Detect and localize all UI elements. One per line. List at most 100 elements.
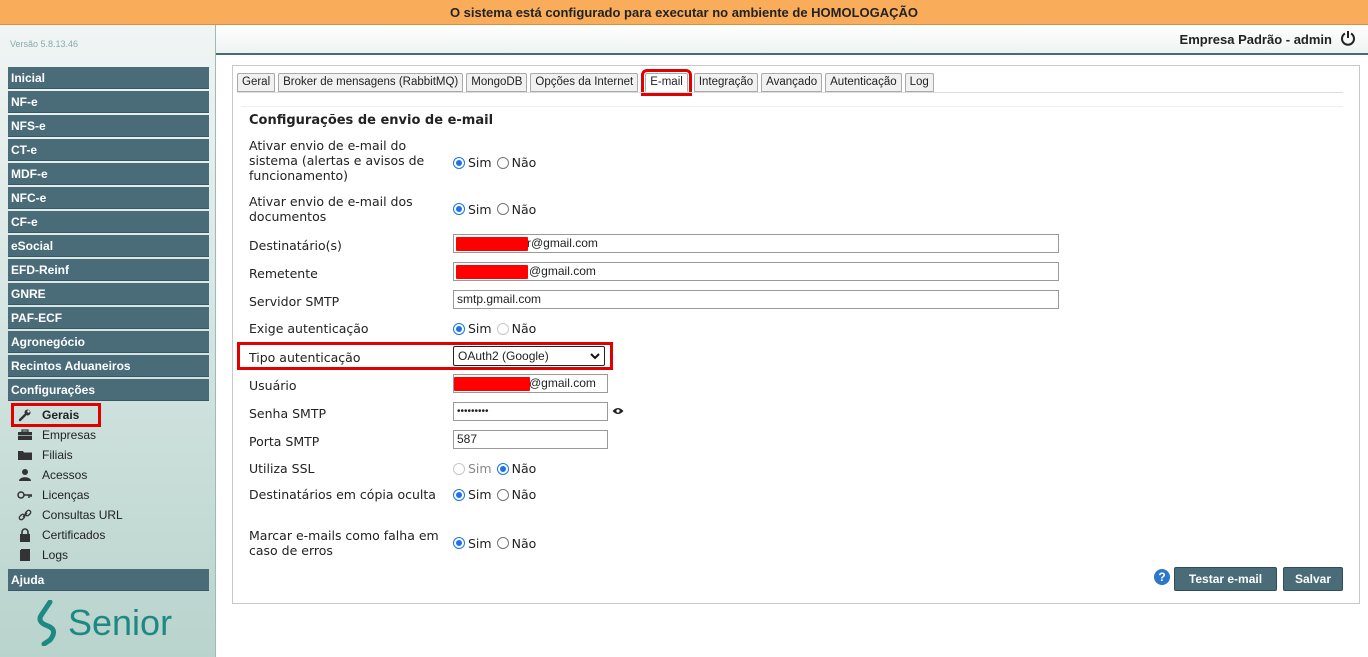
cc-yes-radio[interactable] [453,488,465,501]
enable-system-radio-group: Sim Não [453,155,541,170]
cc-label: Destinatários em cópia oculta [249,487,436,502]
senior-s-icon [37,600,56,646]
password-input[interactable]: ••••••••• [453,402,608,421]
submenu-item-licencas[interactable]: Licenças [8,485,209,505]
row-recipients: Destinatário(s) r@gmail.com [249,234,1059,253]
redacted-mark [456,237,528,251]
sidebar-item-esocial[interactable]: eSocial [8,235,209,257]
submenu-item-logs[interactable]: Logs [8,545,209,565]
sidebar-item-paf-ecf[interactable]: PAF-ECF [8,307,209,329]
row-password: Senha SMTP ••••••••• [249,402,624,421]
submenu-item-certificados[interactable]: Certificados [8,525,209,545]
sidebar-item-inicial[interactable]: Inicial [8,67,209,89]
enable-system-no-radio[interactable] [496,156,509,169]
tab-autenticacao[interactable]: Autenticação [825,73,902,92]
sidebar-item-configuracoes[interactable]: Configurações [8,379,209,401]
sidebar-item-recintos-aduaneiros[interactable]: Recintos Aduaneiros [8,355,209,377]
briefcase-icon [16,428,34,442]
save-button[interactable]: Salvar [1283,567,1343,591]
sidebar-item-gnre[interactable]: GNRE [8,283,209,305]
require-auth-yes-radio[interactable] [453,322,465,335]
port-input[interactable]: 587 [453,430,608,449]
sidebar-item-nfce[interactable]: NFC-e [8,187,209,209]
sidebar-item-nfse[interactable]: NFS-e [8,115,209,137]
eye-icon[interactable] [612,406,624,418]
redacted-mark [454,377,530,391]
submenu-item-gerais[interactable]: Gerais [11,403,101,427]
configuracoes-submenu: Gerais Empresas Filiais Acessos Licenças… [8,403,209,569]
fail-no-radio[interactable] [496,537,509,549]
row-smtp-server: Servidor SMTP smtp.gmail.com [249,290,1059,309]
wrench-icon [16,408,34,422]
radio-label: Sim [468,461,492,476]
submenu-item-label: Consultas URL [42,508,123,522]
settings-panel: Geral Broker de mensagens (RabbitMQ) Mon… [232,65,1360,604]
sidebar: Versão 5.8.13.46 Inicial NF-e NFS-e CT-e… [0,25,216,657]
submenu-item-empresas[interactable]: Empresas [8,425,209,445]
radio-label: Sim [468,487,492,502]
sidebar-item-cte[interactable]: CT-e [8,139,209,161]
enable-docs-no-radio[interactable] [496,203,509,215]
top-bar: Empresa Padrão - admin [216,25,1368,55]
sidebar-item-mdfe[interactable]: MDF-e [8,163,209,185]
auth-type-highlight [237,342,613,370]
radio-label: Sim [468,321,492,336]
recipients-input[interactable]: r@gmail.com [453,234,1059,253]
ssl-label: Utiliza SSL [249,461,315,476]
fail-yes-radio[interactable] [453,537,465,549]
sidebar-item-efd-reinf[interactable]: EFD-Reinf [8,259,209,281]
submenu-item-label: Logs [42,548,69,562]
require-auth-no-radio[interactable] [496,322,509,335]
tab-opcoes-internet[interactable]: Opções da Internet [530,73,639,92]
fail-label: Marcar e-mails como falha em caso de err… [249,528,439,558]
tab-geral[interactable]: Geral [237,73,276,92]
user-input[interactable]: @gmail.com [453,374,608,393]
submenu-item-consultas-url[interactable]: Consultas URL [8,505,209,525]
submenu-item-acessos[interactable]: Acessos [8,465,209,485]
tab-integracao[interactable]: Integração [693,73,759,92]
submenu-item-label: Certificados [42,528,106,542]
tab-mongodb[interactable]: MongoDB [466,73,528,92]
smtp-server-label: Servidor SMTP [249,293,340,309]
environment-banner: O sistema está configurado para executar… [0,0,1368,25]
tab-avancado[interactable]: Avançado [761,73,823,92]
cc-no-radio[interactable] [496,488,509,501]
enable-system-yes-radio[interactable] [453,156,465,169]
enable-docs-yes-radio[interactable] [453,203,465,215]
folder-icon [16,448,34,462]
lock-icon [16,528,34,542]
row-user: Usuário @gmail.com [249,374,608,393]
tab-email[interactable]: E-mail [641,69,692,96]
tab-broker[interactable]: Broker de mensagens (RabbitMQ) [278,73,464,92]
radio-label: Não [511,201,537,217]
radio-label: Não [511,321,537,336]
recipients-label: Destinatário(s) [249,237,342,253]
sidebar-item-cfe[interactable]: CF-e [8,211,209,233]
help-icon[interactable]: ? [1154,569,1170,585]
row-ssl: Utiliza SSL Sim Não [249,461,541,476]
user-icon [16,468,34,482]
sidebar-item-ajuda[interactable]: Ajuda [8,569,209,591]
sidebar-item-agronegocio[interactable]: Agronegócio [8,331,209,353]
row-cc: Destinatários em cópia oculta Sim Não [249,487,541,502]
sidebar-item-nfe[interactable]: NF-e [8,91,209,113]
tab-divider [237,92,1343,93]
sender-value: @gmail.com [529,264,596,278]
user-value: @gmail.com [529,376,596,390]
submenu-item-filiais[interactable]: Filiais [8,445,209,465]
require-auth-radio-group: Sim Não [453,321,541,336]
power-icon[interactable] [1340,30,1356,51]
smtp-server-input[interactable]: smtp.gmail.com [453,290,1059,309]
link-icon [16,508,34,522]
ssl-no-radio[interactable] [496,462,509,475]
sender-input[interactable]: @gmail.com [453,262,1059,281]
row-sender: Remetente @gmail.com [249,262,1059,281]
tab-bar: Geral Broker de mensagens (RabbitMQ) Mon… [237,69,937,96]
tab-log[interactable]: Log [904,73,934,92]
radio-label: Não [511,535,537,551]
require-auth-label: Exige autenticação [249,321,369,336]
ssl-yes-radio[interactable] [453,462,465,475]
port-label: Porta SMTP [249,433,320,449]
test-email-button[interactable]: Testar e-mail [1174,567,1277,591]
redacted-mark [456,265,528,279]
